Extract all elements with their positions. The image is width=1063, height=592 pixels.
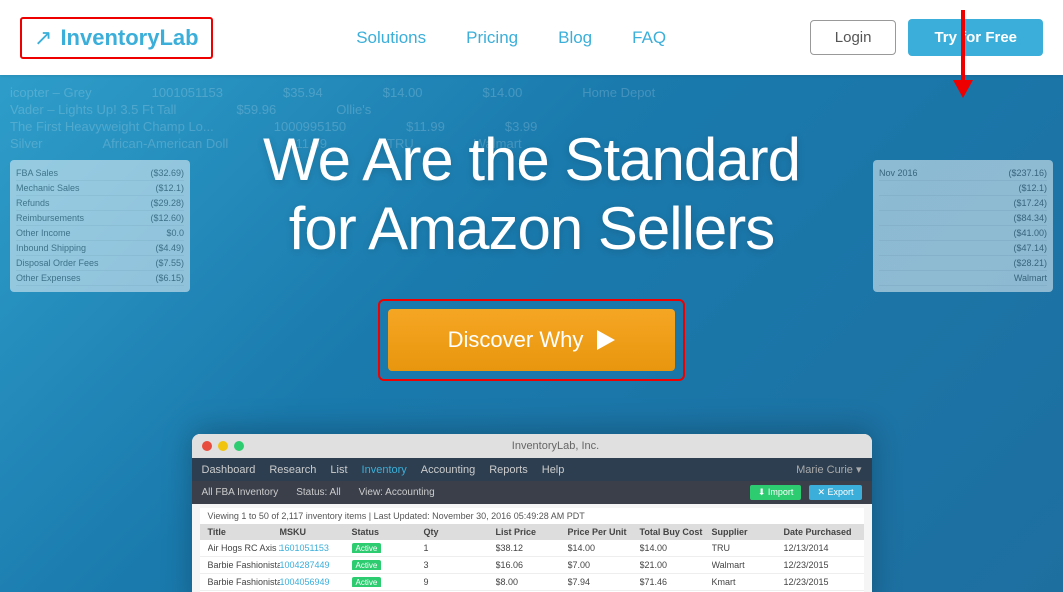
app-status-bar: Viewing 1 to 50 of 2,117 inventory items…: [200, 508, 864, 524]
col-title: Title: [208, 527, 280, 537]
viewing-text: Viewing 1 to 50 of 2,117 inventory items…: [208, 511, 585, 521]
logo-icon: ↗: [34, 25, 52, 51]
app-nav-dashboard[interactable]: Dashboard: [202, 464, 256, 476]
status-badge: Active: [352, 560, 382, 570]
login-button[interactable]: Login: [810, 20, 897, 55]
app-nav-accounting[interactable]: Accounting: [421, 464, 475, 476]
nav-solutions[interactable]: Solutions: [356, 28, 426, 48]
row-status: Active: [352, 577, 424, 587]
nav-faq[interactable]: FAQ: [632, 28, 666, 48]
col-qty: Qty: [424, 527, 496, 537]
row-title: Barbie Fashionistas Doll 20 Fancy Flower…: [208, 577, 280, 587]
dot-close[interactable]: [202, 441, 212, 451]
row-status: Active: [352, 560, 424, 570]
col-supplier: Supplier: [712, 527, 784, 537]
status-badge: Active: [352, 577, 382, 587]
headline-line2: for Amazon Sellers: [289, 195, 775, 262]
table-row: Air Hogs RC Axis 200 R/C Helicopter - Gr…: [200, 540, 864, 557]
try-button[interactable]: Try for Free: [908, 19, 1043, 56]
dot-minimize[interactable]: [218, 441, 228, 451]
headline-line1: We Are the Standard: [263, 126, 800, 193]
dot-maximize[interactable]: [234, 441, 244, 451]
row-supplier: Kmart: [712, 577, 784, 587]
row-supplier: Walmart: [712, 560, 784, 570]
toolbar-view: View: Accounting: [359, 487, 435, 498]
row-total-buy: $21.00: [640, 560, 712, 570]
app-table-header: Title MSKU Status Qty List Price Price P…: [200, 524, 864, 540]
row-msku: 1004287449: [280, 560, 352, 570]
toolbar-status: Status: All: [296, 487, 340, 498]
logo-brand: Inventory: [60, 25, 159, 50]
app-nav-reports[interactable]: Reports: [489, 464, 528, 476]
col-list-price: List Price: [496, 527, 568, 537]
row-qty: 1: [424, 543, 496, 553]
toolbar-import[interactable]: ⬇ Import: [750, 485, 802, 500]
status-badge: Active: [352, 543, 382, 553]
row-msku: 1601051153: [280, 543, 352, 553]
hero-content: We Are the Standard for Amazon Sellers D…: [0, 125, 1063, 381]
row-title: Barbie Fashionistas Doll - Silver Stars: [208, 560, 280, 570]
row-qty: 9: [424, 577, 496, 587]
row-qty: 3: [424, 560, 496, 570]
app-nav: Dashboard Research List Inventory Accoun…: [192, 458, 872, 481]
toolbar-inventory-label: All FBA Inventory: [202, 487, 279, 498]
row-total-buy: $71.46: [640, 577, 712, 587]
table-row: Barbie Fashionistas Doll - Silver Stars …: [200, 557, 864, 574]
row-title: Air Hogs RC Axis 200 R/C Helicopter - Gr…: [208, 543, 280, 553]
app-preview: InventoryLab, Inc. Dashboard Research Li…: [192, 434, 872, 592]
cta-wrapper: Discover Why: [378, 299, 686, 381]
play-icon: [597, 330, 615, 350]
nav-links: Solutions Pricing Blog FAQ: [356, 28, 666, 48]
col-status: Status: [352, 527, 424, 537]
logo-text: InventoryLab: [60, 25, 198, 51]
app-content: Viewing 1 to 50 of 2,117 inventory items…: [192, 504, 872, 592]
hero-headline: We Are the Standard for Amazon Sellers: [263, 125, 800, 263]
app-toolbar: All FBA Inventory Status: All View: Acco…: [192, 481, 872, 504]
row-status: Active: [352, 543, 424, 553]
app-nav-list[interactable]: List: [330, 464, 347, 476]
row-price-per-unit: $7.94: [568, 577, 640, 587]
navbar: ↗ InventoryLab Solutions Pricing Blog FA…: [0, 0, 1063, 75]
nav-blog[interactable]: Blog: [558, 28, 592, 48]
logo[interactable]: ↗ InventoryLab: [20, 17, 213, 59]
nav-pricing[interactable]: Pricing: [466, 28, 518, 48]
col-msku: MSKU: [280, 527, 352, 537]
table-row: Barbie Fashionistas Doll 20 Fancy Flower…: [200, 574, 864, 591]
discover-button[interactable]: Discover Why: [388, 309, 676, 371]
app-window: InventoryLab, Inc. Dashboard Research Li…: [192, 434, 872, 592]
toolbar-export[interactable]: ✕ Export: [809, 485, 861, 500]
row-list-price: $38.12: [496, 543, 568, 553]
app-nav-inventory[interactable]: Inventory: [362, 464, 407, 476]
row-list-price: $8.00: [496, 577, 568, 587]
col-total-buy: Total Buy Cost: [640, 527, 712, 537]
row-price-per-unit: $14.00: [568, 543, 640, 553]
nav-actions: Login Try for Free: [810, 19, 1043, 56]
hero-section: icopter – Grey1001051153$35.94$14.00$14.…: [0, 75, 1063, 592]
logo-suffix: Lab: [159, 25, 198, 50]
row-total-buy: $14.00: [640, 543, 712, 553]
app-titlebar-text: InventoryLab, Inc.: [250, 440, 862, 452]
row-date: 12/23/2015: [784, 560, 856, 570]
app-nav-help[interactable]: Help: [542, 464, 565, 476]
row-list-price: $16.06: [496, 560, 568, 570]
app-titlebar: InventoryLab, Inc.: [192, 434, 872, 458]
row-date: 12/13/2014: [784, 543, 856, 553]
row-msku: 1004056949: [280, 577, 352, 587]
row-price-per-unit: $7.00: [568, 560, 640, 570]
app-nav-research[interactable]: Research: [269, 464, 316, 476]
row-date: 12/23/2015: [784, 577, 856, 587]
app-nav-username: Marie Curie ▾: [796, 463, 861, 476]
discover-label: Discover Why: [448, 327, 584, 353]
col-price-per-unit: Price Per Unit: [568, 527, 640, 537]
col-date: Date Purchased: [784, 527, 856, 537]
row-supplier: TRU: [712, 543, 784, 553]
